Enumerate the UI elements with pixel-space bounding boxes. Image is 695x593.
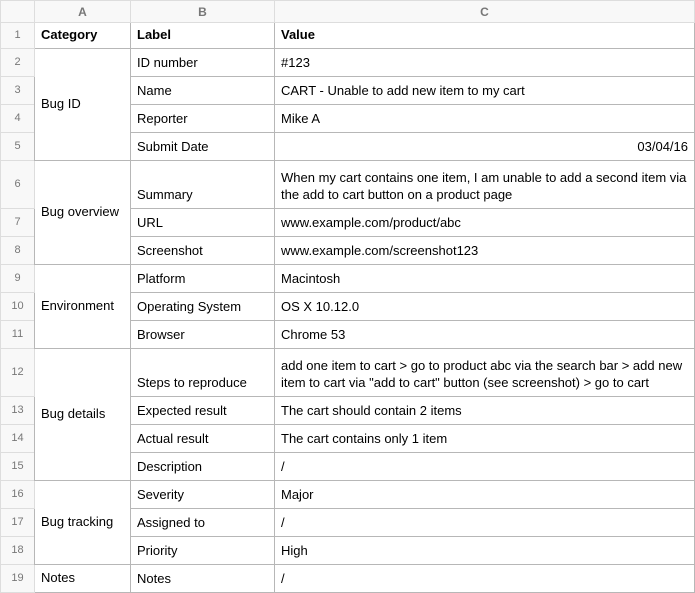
value-cell[interactable]: / bbox=[275, 508, 695, 536]
label-cell[interactable]: Submit Date bbox=[131, 132, 275, 160]
category-cell[interactable]: Bug details bbox=[35, 348, 131, 480]
value-cell[interactable]: The cart contains only 1 item bbox=[275, 424, 695, 452]
table-row: 12Bug detailsSteps to reproduceadd one i… bbox=[1, 348, 695, 396]
col-header-a[interactable]: A bbox=[35, 1, 131, 23]
label-cell[interactable]: Browser bbox=[131, 320, 275, 348]
value-cell[interactable]: add one item to cart > go to product abc… bbox=[275, 348, 695, 396]
label-cell[interactable]: Steps to reproduce bbox=[131, 348, 275, 396]
column-header-row: A B C bbox=[1, 1, 695, 23]
row-header[interactable]: 18 bbox=[1, 536, 35, 564]
row-header[interactable]: 12 bbox=[1, 348, 35, 396]
row-header[interactable]: 2 bbox=[1, 48, 35, 76]
label-cell[interactable]: Reporter bbox=[131, 104, 275, 132]
label-cell[interactable]: Screenshot bbox=[131, 236, 275, 264]
value-cell[interactable]: / bbox=[275, 452, 695, 480]
corner-cell[interactable] bbox=[1, 1, 35, 23]
value-cell[interactable]: www.example.com/screenshot123 bbox=[275, 236, 695, 264]
table-row: 16Bug trackingSeverityMajor bbox=[1, 480, 695, 508]
header-cell[interactable]: Label bbox=[131, 23, 275, 49]
row-header[interactable]: 1 bbox=[1, 23, 35, 49]
value-cell[interactable]: / bbox=[275, 564, 695, 592]
row-header[interactable]: 6 bbox=[1, 160, 35, 208]
row-header[interactable]: 4 bbox=[1, 104, 35, 132]
header-cell[interactable]: Category bbox=[35, 23, 131, 49]
label-cell[interactable]: Name bbox=[131, 76, 275, 104]
col-header-c[interactable]: C bbox=[275, 1, 695, 23]
spreadsheet-grid[interactable]: A B C 1CategoryLabelValue2Bug IDID numbe… bbox=[0, 0, 695, 593]
table-row: 6Bug overviewSummaryWhen my cart contain… bbox=[1, 160, 695, 208]
value-cell[interactable]: The cart should contain 2 items bbox=[275, 396, 695, 424]
value-cell[interactable]: Chrome 53 bbox=[275, 320, 695, 348]
row-header[interactable]: 9 bbox=[1, 264, 35, 292]
category-cell[interactable]: Environment bbox=[35, 264, 131, 348]
row-header[interactable]: 3 bbox=[1, 76, 35, 104]
category-cell[interactable]: Notes bbox=[35, 564, 131, 592]
table-row: 9EnvironmentPlatformMacintosh bbox=[1, 264, 695, 292]
table-row: 19NotesNotes/ bbox=[1, 564, 695, 592]
label-cell[interactable]: URL bbox=[131, 208, 275, 236]
row-header[interactable]: 15 bbox=[1, 452, 35, 480]
value-cell[interactable]: OS X 10.12.0 bbox=[275, 292, 695, 320]
row-header[interactable]: 5 bbox=[1, 132, 35, 160]
value-cell[interactable]: When my cart contains one item, I am una… bbox=[275, 160, 695, 208]
row-header[interactable]: 16 bbox=[1, 480, 35, 508]
label-cell[interactable]: Assigned to bbox=[131, 508, 275, 536]
value-cell[interactable]: www.example.com/product/abc bbox=[275, 208, 695, 236]
label-cell[interactable]: Severity bbox=[131, 480, 275, 508]
row-header[interactable]: 8 bbox=[1, 236, 35, 264]
label-cell[interactable]: Expected result bbox=[131, 396, 275, 424]
row-header[interactable]: 11 bbox=[1, 320, 35, 348]
row-header[interactable]: 13 bbox=[1, 396, 35, 424]
label-cell[interactable]: Priority bbox=[131, 536, 275, 564]
table-row: 2Bug IDID number#123 bbox=[1, 48, 695, 76]
row-header[interactable]: 17 bbox=[1, 508, 35, 536]
row-header[interactable]: 19 bbox=[1, 564, 35, 592]
label-cell[interactable]: Operating System bbox=[131, 292, 275, 320]
category-cell[interactable]: Bug tracking bbox=[35, 480, 131, 564]
row-header[interactable]: 7 bbox=[1, 208, 35, 236]
table-header-row: 1CategoryLabelValue bbox=[1, 23, 695, 49]
label-cell[interactable]: Description bbox=[131, 452, 275, 480]
value-cell[interactable]: Macintosh bbox=[275, 264, 695, 292]
category-cell[interactable]: Bug ID bbox=[35, 48, 131, 160]
label-cell[interactable]: ID number bbox=[131, 48, 275, 76]
value-cell[interactable]: 03/04/16 bbox=[275, 132, 695, 160]
value-cell[interactable]: Mike A bbox=[275, 104, 695, 132]
value-cell[interactable]: Major bbox=[275, 480, 695, 508]
category-cell[interactable]: Bug overview bbox=[35, 160, 131, 264]
label-cell[interactable]: Notes bbox=[131, 564, 275, 592]
col-header-b[interactable]: B bbox=[131, 1, 275, 23]
label-cell[interactable]: Actual result bbox=[131, 424, 275, 452]
value-cell[interactable]: CART - Unable to add new item to my cart bbox=[275, 76, 695, 104]
row-header[interactable]: 10 bbox=[1, 292, 35, 320]
row-header[interactable]: 14 bbox=[1, 424, 35, 452]
header-cell[interactable]: Value bbox=[275, 23, 695, 49]
value-cell[interactable]: High bbox=[275, 536, 695, 564]
value-cell[interactable]: #123 bbox=[275, 48, 695, 76]
label-cell[interactable]: Summary bbox=[131, 160, 275, 208]
label-cell[interactable]: Platform bbox=[131, 264, 275, 292]
